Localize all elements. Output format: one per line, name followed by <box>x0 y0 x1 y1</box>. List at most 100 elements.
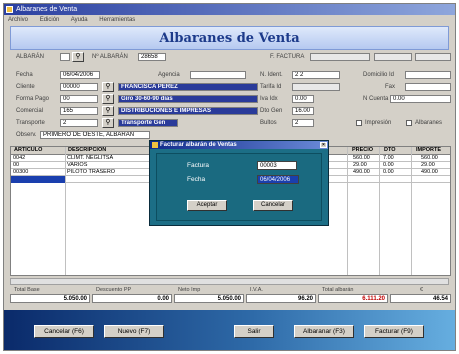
cell-precio: 560.00 <box>353 155 370 161</box>
dialog-fecha-label: Fecha <box>187 176 206 183</box>
albaranes-checkbox[interactable] <box>406 120 412 126</box>
cell-importe: 560.00 <box>421 155 438 161</box>
app-icon <box>6 6 13 13</box>
observ-field[interactable]: PRIMERO DE OESTE, ALBARÁN <box>40 131 150 139</box>
n-ident-field[interactable]: 2 2 <box>292 71 340 79</box>
totals-bar: Total Base 5.050.00 Descuento PP 0.00 Ne… <box>10 287 451 305</box>
cell-descripcion: VARIOS <box>67 162 88 168</box>
binoculars-icon: ⚲ <box>105 95 111 102</box>
menu-item-herramientas[interactable]: Herramientas <box>99 17 135 23</box>
dialog-fecha-field[interactable]: 06/04/2006 <box>257 175 299 184</box>
agencia-label: Agencia <box>158 72 180 78</box>
fecha-field[interactable]: 06/04/2006 <box>60 71 100 79</box>
cell-importe: 29.00 <box>421 162 435 168</box>
bultos-label: Bultos <box>260 120 277 126</box>
albaran-lookup-button[interactable]: ⚲ <box>72 52 84 62</box>
f-factura-label: F. FACTURA <box>270 54 305 60</box>
dialog-factura-field[interactable]: 00003 <box>257 161 297 170</box>
albaranar-button[interactable]: Albaranar (F3) <box>294 325 354 338</box>
binoculars-icon: ⚲ <box>105 119 111 126</box>
iva-total-label: I.V.A. <box>250 287 263 293</box>
comercial-code-field[interactable]: 165 <box>60 107 98 115</box>
cliente-name-field[interactable]: FRANCISCA PÉREZ <box>118 83 258 91</box>
binoculars-icon: ⚲ <box>105 107 111 114</box>
new-button[interactable]: Nuevo (F7) <box>104 325 164 338</box>
cuenta-field[interactable]: 0.00 <box>390 95 451 103</box>
observ-label: Observ. <box>16 132 37 138</box>
fax-label: Fax <box>385 84 396 90</box>
extra-field-1[interactable] <box>374 53 412 61</box>
menu-item-edicion[interactable]: Edición <box>40 17 60 23</box>
n-albaran-field[interactable]: 28658 <box>138 53 166 61</box>
dialog-factura-label: Factura <box>187 162 210 169</box>
menu-item-archivo[interactable]: Archivo <box>8 17 28 23</box>
fecha-label: Fecha <box>16 72 33 78</box>
iva-field[interactable]: 0.00 <box>292 95 314 103</box>
col-dto: DTO <box>384 147 396 153</box>
cliente-code-field[interactable]: 00000 <box>60 83 98 91</box>
albaran-field[interactable] <box>60 53 70 61</box>
cell-dto: 7.00 <box>383 155 394 161</box>
total-albaran-value: 6.111.20 <box>318 294 388 303</box>
dialog-panel: Factura 00003 Fecha 06/04/2006 Aceptar C… <box>156 153 322 221</box>
tarifa-label: Tarifa Id <box>260 84 282 90</box>
impresion-checkbox[interactable] <box>356 120 362 126</box>
agencia-field[interactable] <box>190 71 246 79</box>
neto-label: Neto Imp <box>178 287 201 293</box>
active-cell[interactable] <box>11 176 65 183</box>
cliente-lookup-button[interactable]: ⚲ <box>102 82 114 92</box>
albaranes-label: Albaranes <box>415 120 443 126</box>
cuenta-label: N Cuenta <box>363 96 389 102</box>
close-icon[interactable]: × <box>320 142 327 148</box>
bultos-field[interactable]: 2 <box>292 119 314 127</box>
dialog-cancel-button[interactable]: Cancelar <box>253 200 293 211</box>
button-bar: Cancelar (F6) Nuevo (F7) Salir Albaranar… <box>4 310 455 350</box>
domicilio-label: Domicilio Id <box>363 72 395 78</box>
forma-pago-code-field[interactable]: 00 <box>60 95 98 103</box>
n-ident-label: N. Ident. <box>260 72 283 78</box>
cell-precio: 29.00 <box>353 162 367 168</box>
neto-value: 5.050.00 <box>174 294 244 303</box>
cell-descripcion: PILOTO TRASERO <box>67 169 116 175</box>
transporte-name-field[interactable]: Transporte Gen <box>118 119 178 127</box>
exit-button[interactable]: Salir <box>234 325 274 338</box>
iva-label: Iva Idx <box>260 96 278 102</box>
dialog-app-icon <box>152 142 158 148</box>
menu-bar: Archivo Edición Ayuda Herramientas <box>4 15 455 25</box>
comercial-lookup-button[interactable]: ⚲ <box>102 106 114 116</box>
forma-pago-label: Forma Pago <box>16 96 50 102</box>
extra-field-2[interactable] <box>415 53 451 61</box>
dto-field[interactable]: 16.00 <box>292 107 314 115</box>
accept-button[interactable]: Aceptar <box>187 200 227 211</box>
binoculars-icon: ⚲ <box>105 83 111 90</box>
cliente-label: Cliente <box>16 84 35 90</box>
fax-field[interactable] <box>405 83 451 91</box>
cell-articulo: 00 <box>13 162 20 168</box>
f-factura-field[interactable] <box>310 53 370 61</box>
domicilio-field[interactable] <box>405 71 451 79</box>
total-albaran-label: Total albarán <box>322 287 354 293</box>
menu-item-ayuda[interactable]: Ayuda <box>71 17 88 23</box>
cell-dto: 0.00 <box>383 162 394 168</box>
descuento-value: 0.00 <box>92 294 172 303</box>
transporte-label: Transporte <box>16 120 45 126</box>
app-window: Albaranes de Venta Archivo Edición Ayuda… <box>3 3 456 351</box>
impresion-label: Impresión <box>365 120 392 126</box>
cell-precio: 490.00 <box>353 169 370 175</box>
n-albaran-label: Nº ALBARÁN <box>92 54 128 60</box>
facturar-dialog: Facturar albarán de Ventas × Factura 000… <box>149 140 329 226</box>
cell-dto: 0.00 <box>383 169 394 175</box>
comercial-name-field[interactable]: DISTRIBUCIONES E IMPRESAS <box>118 107 258 115</box>
cancel-button[interactable]: Cancelar (F6) <box>34 325 94 338</box>
forma-pago-name-field[interactable]: Giro 30-60-90 días <box>118 95 258 103</box>
page-title: Albaranes de Venta <box>10 26 449 50</box>
transporte-lookup-button[interactable]: ⚲ <box>102 118 114 128</box>
descuento-label: Descuento PP <box>96 287 132 293</box>
facturar-button[interactable]: Facturar (F9) <box>364 325 424 338</box>
transporte-code-field[interactable]: 2 <box>60 119 98 127</box>
tarifa-field[interactable] <box>292 83 340 91</box>
euro-value: 46.54 <box>390 294 451 303</box>
forma-pago-lookup-button[interactable]: ⚲ <box>102 94 114 104</box>
horizontal-scrollbar[interactable] <box>10 278 449 285</box>
dto-label: Dto Gen <box>260 108 283 114</box>
